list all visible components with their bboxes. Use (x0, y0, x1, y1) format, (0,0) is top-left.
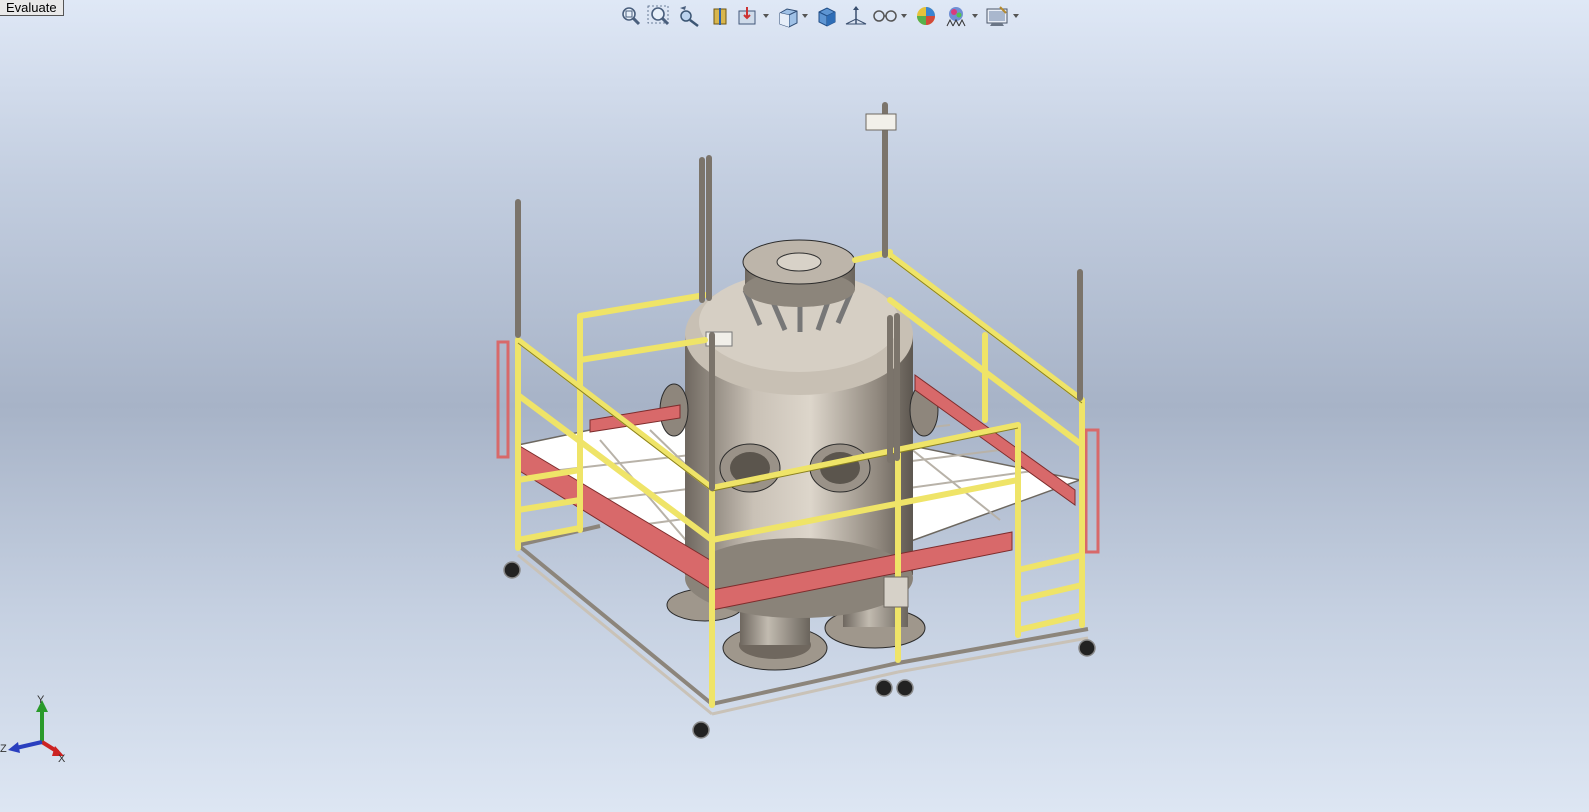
triad-y-label: Y (37, 694, 45, 706)
model-viewport[interactable] (0, 0, 1589, 812)
triad-z-label: Z (0, 743, 7, 755)
triad-x-label: X (58, 753, 66, 765)
coordinate-triad: Y X Z (0, 694, 66, 765)
post-bracket (865, 113, 897, 131)
jack-bracket (883, 576, 909, 608)
z-axis-arrow (15, 740, 43, 750)
